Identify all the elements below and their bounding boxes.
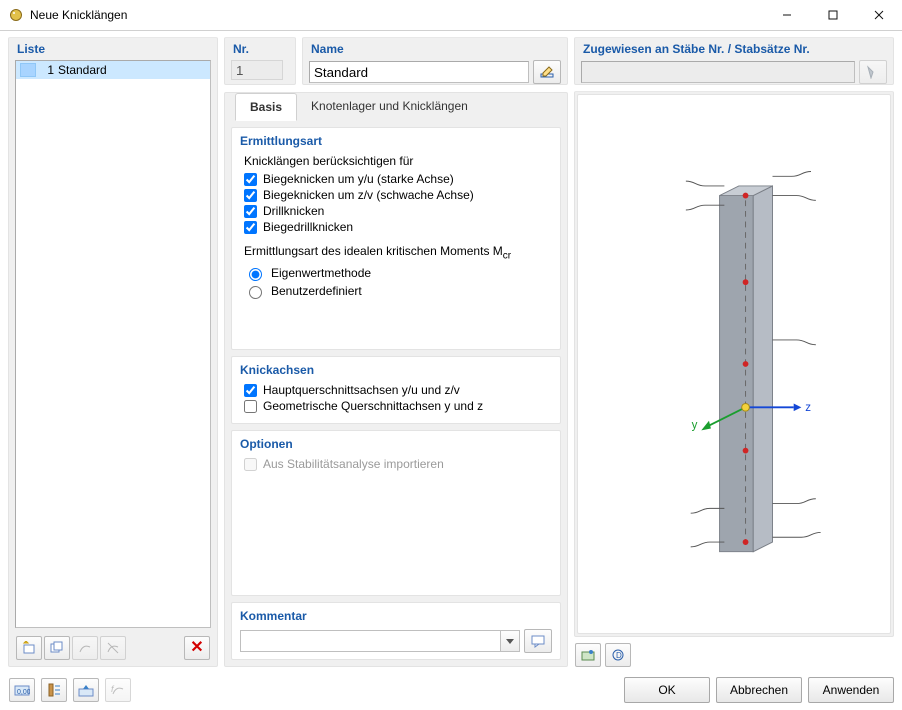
kommentar-combo[interactable] <box>240 630 520 652</box>
axis-y-label: y <box>692 419 698 431</box>
svg-text:f: f <box>111 684 115 694</box>
chk-geoachsen-label: Geometrische Querschnittachsen y und z <box>263 399 483 413</box>
nr-field <box>231 60 283 80</box>
chk-drillknicken-label: Drillknicken <box>263 204 324 218</box>
name-field[interactable] <box>309 61 529 83</box>
chk-biegedrillknicken[interactable]: Biegedrillknicken <box>244 220 552 234</box>
preview-svg: z y <box>580 97 888 631</box>
assigned-pick-button[interactable] <box>859 60 887 84</box>
knickachsen-header: Knickachsen <box>240 363 552 377</box>
chk-stabilitaet-import: Aus Stabilitätsanalyse importieren <box>244 457 552 471</box>
preview-tool-1[interactable] <box>575 643 601 667</box>
copy-item-button[interactable] <box>44 636 70 660</box>
ok-button[interactable]: OK <box>624 677 710 703</box>
radio-eigenwert[interactable]: Eigenwertmethode <box>244 265 552 281</box>
comment-icon <box>531 634 545 648</box>
preview-3d[interactable]: z y <box>577 94 891 634</box>
edit-icon <box>540 65 554 79</box>
tab-strip: Basis Knotenlager und Knicklängen <box>224 92 568 121</box>
optionen-section: Optionen Aus Stabilitätsanalyse importie… <box>231 430 561 596</box>
assigned-field[interactable] <box>581 61 855 83</box>
list-item-icon <box>20 63 36 77</box>
assigned-header: Zugewiesen an Stäbe Nr. / Stabsätze Nr. <box>583 42 887 56</box>
tab-knotenlager[interactable]: Knotenlager und Knicklängen <box>297 93 482 121</box>
radio-benutzer[interactable]: Benutzerdefiniert <box>244 283 552 299</box>
chk-drillknicken[interactable]: Drillknicken <box>244 204 552 218</box>
kommentar-header: Kommentar <box>240 609 552 623</box>
ok-label: OK <box>658 683 675 697</box>
tool-button-3 <box>72 636 98 660</box>
kommentar-aux-button[interactable] <box>524 629 552 653</box>
chk-hauptachsen-label: Hauptquerschnittsachsen y/u und z/v <box>263 383 460 397</box>
radio-eigenwert-label: Eigenwertmethode <box>271 266 371 280</box>
new-item-button[interactable] <box>16 636 42 660</box>
delete-icon: ✕ <box>190 640 203 656</box>
window-title: Neue Knicklängen <box>30 8 127 22</box>
chk-biegeknicken-zv-label: Biegeknicken um z/v (schwache Achse) <box>263 188 474 202</box>
radio-benutzer-label: Benutzerdefiniert <box>271 284 362 298</box>
tool-button-4 <box>100 636 126 660</box>
mcr-label: Ermittlungsart des idealen kritischen Mo… <box>244 244 552 261</box>
list-panel: Liste 1 Standard <box>8 37 218 667</box>
chk-hauptachsen[interactable]: Hauptquerschnittsachsen y/u und z/v <box>244 383 552 397</box>
list-header: Liste <box>17 42 211 56</box>
minimize-button[interactable] <box>764 0 810 30</box>
chk-geoachsen[interactable]: Geometrische Querschnittachsen y und z <box>244 399 552 413</box>
cancel-button[interactable]: Abbrechen <box>716 677 802 703</box>
chk-biegeknicken-yu-label: Biegeknicken um y/u (starke Achse) <box>263 172 454 186</box>
list-item[interactable]: 1 Standard <box>16 61 210 79</box>
name-edit-button[interactable] <box>533 60 561 84</box>
consider-label: Knicklängen berücksichtigen für <box>244 154 552 168</box>
chk-biegeknicken-yu[interactable]: Biegeknicken um y/u (starke Achse) <box>244 172 552 186</box>
kommentar-input[interactable] <box>240 630 500 652</box>
preview-tool-2[interactable]: D <box>605 643 631 667</box>
name-header: Name <box>311 42 561 56</box>
svg-text:D: D <box>616 651 622 660</box>
axis-z-label: z <box>805 402 811 414</box>
cancel-label: Abbrechen <box>730 683 788 697</box>
maximize-button[interactable] <box>810 0 856 30</box>
list-item-number: 1 <box>40 63 54 77</box>
preview-group: z y <box>574 91 894 637</box>
name-group: Name <box>302 37 568 85</box>
app-icon <box>8 7 24 23</box>
nr-header: Nr. <box>233 42 289 56</box>
title-bar: Neue Knicklängen <box>0 0 902 31</box>
apply-button[interactable]: Anwenden <box>808 677 894 703</box>
kommentar-section: Kommentar <box>231 602 561 660</box>
list-item-label: Standard <box>58 63 107 77</box>
chk-biegeknicken-zv[interactable]: Biegeknicken um z/v (schwache Achse) <box>244 188 552 202</box>
svg-text:0,00: 0,00 <box>17 689 30 696</box>
list-box[interactable]: 1 Standard <box>15 60 211 628</box>
bottom-tool-3[interactable] <box>73 678 99 702</box>
tab-basis[interactable]: Basis <box>235 93 297 121</box>
tab-body: Ermittlungsart Knicklängen berücksichtig… <box>224 120 568 667</box>
dialog-bottom-bar: 0,00 f OK Abbrechen Anwenden <box>8 677 894 703</box>
bottom-tool-units[interactable]: 0,00 <box>9 678 35 702</box>
nr-group: Nr. <box>224 37 296 85</box>
chk-stabilitaet-import-label: Aus Stabilitätsanalyse importieren <box>263 457 444 471</box>
knickachsen-section: Knickachsen Hauptquerschnittsachsen y/u … <box>231 356 561 424</box>
apply-label: Anwenden <box>823 683 880 697</box>
close-button[interactable] <box>856 0 902 30</box>
optionen-header: Optionen <box>240 437 552 451</box>
pick-icon <box>866 65 880 79</box>
chk-biegedrillknicken-label: Biegedrillknicken <box>263 220 353 234</box>
bottom-tool-4: f <box>105 678 131 702</box>
delete-item-button[interactable]: ✕ <box>184 636 210 660</box>
bottom-tool-2[interactable] <box>41 678 67 702</box>
assigned-group: Zugewiesen an Stäbe Nr. / Stabsätze Nr. <box>574 37 894 85</box>
ermittlungsart-header: Ermittlungsart <box>240 134 552 148</box>
chevron-down-icon[interactable] <box>500 630 520 652</box>
ermittlungsart-section: Ermittlungsart Knicklängen berücksichtig… <box>231 127 561 350</box>
